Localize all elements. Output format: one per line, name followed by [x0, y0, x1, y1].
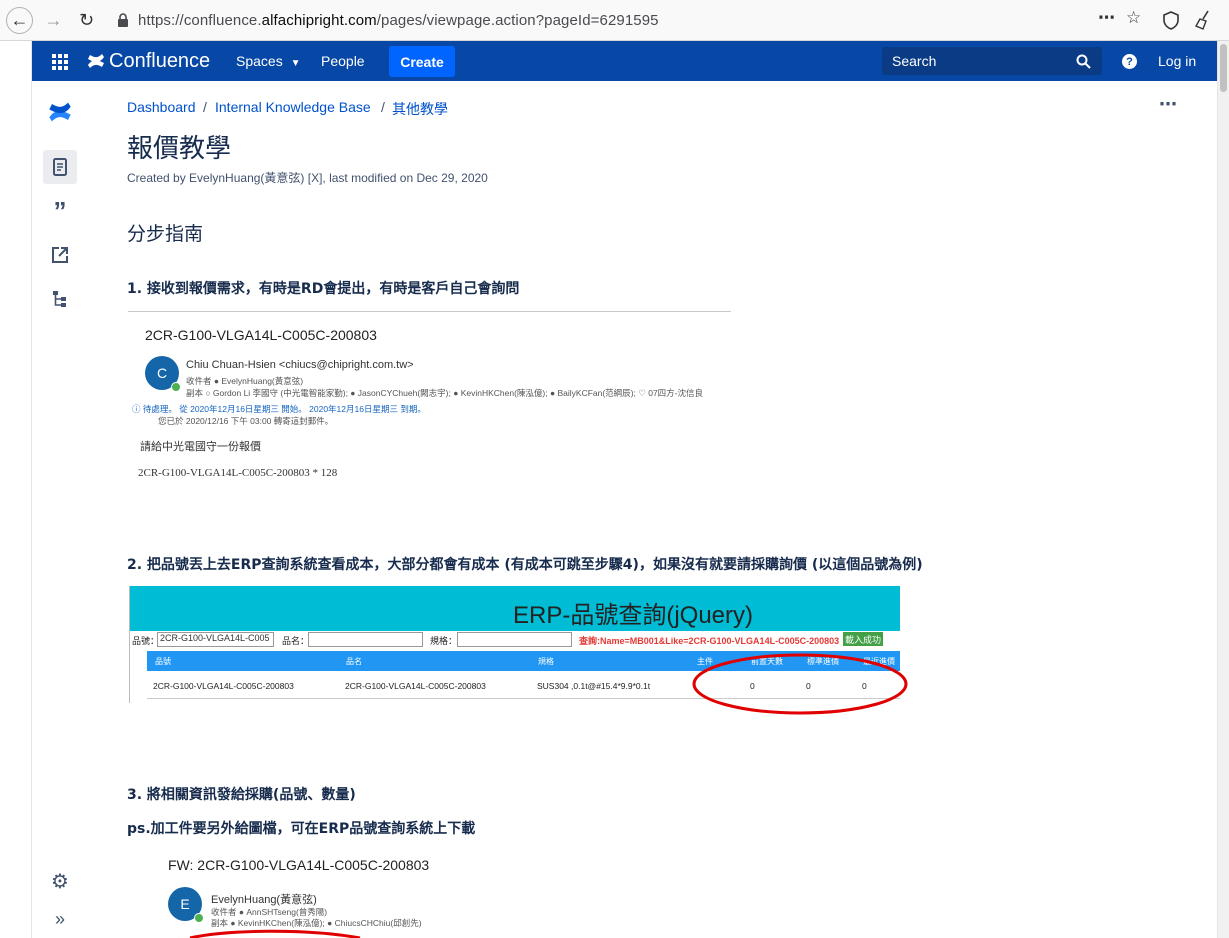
erp-col-spec: 規格: [538, 657, 554, 666]
star-icon[interactable]: ☆: [1126, 8, 1141, 28]
email-screenshot-2: FW: 2CR-G100-VLGA14L-C005C-200803 E Evel…: [165, 853, 565, 938]
step-3-text: 3. 將相關資訊發給採購(品號、數量): [127, 787, 356, 803]
email-body-line-2: 2CR-G100-VLGA14L-C005C-200803 * 128: [138, 467, 338, 479]
create-label: Create: [400, 53, 444, 70]
avatar-letter: E: [180, 896, 190, 912]
sidebar: ” ⚙ »: [32, 81, 87, 938]
forward-arrow-icon: →: [44, 10, 63, 30]
page-title: 報價教學: [127, 134, 232, 164]
info-icon: ⓘ: [132, 404, 143, 414]
avatar-letter: C: [156, 365, 168, 381]
erp-col-name: 品名: [346, 657, 362, 666]
email2-cc: 副本 ● KevinHKChen(陳泓億); ● ChiucsCHChiu(邱創…: [211, 918, 422, 928]
email-body-line-1: 請給中光電國守一份報價: [140, 441, 261, 453]
email2-subject: FW: 2CR-G100-VLGA14L-C005C-200803: [168, 857, 430, 873]
create-button[interactable]: Create: [389, 46, 455, 77]
erp-title: ERP-品號查詢(jQuery): [513, 602, 754, 629]
email-forward-notice: 您已於 2020/12/16 下午 03:00 轉寄這封郵件。: [158, 416, 334, 426]
search-placeholder: Search: [892, 53, 937, 69]
sidebar-pages-button[interactable]: [43, 150, 77, 184]
url-text: https://confluence.alfachipright.com/pag…: [138, 12, 659, 29]
erp-part-input[interactable]: 2CR-G100-VLGA14L-C005: [157, 632, 274, 647]
browser-toolbar: ← → ↻ https://confluence.alfachipright.c…: [0, 0, 1229, 41]
page-byline: Created by EvelynHuang(黃意弦) [X], last mo…: [127, 171, 488, 185]
breadcrumb-internal-kb[interactable]: Internal Knowledge Base: [215, 99, 371, 115]
breadcrumb-separator: /: [203, 99, 207, 115]
broom-icon[interactable]: [1194, 10, 1212, 30]
forward-button[interactable]: →: [40, 7, 67, 34]
erp-cell-spec: SUS304 ,0.1t@#15.4*9.9*0.1t: [537, 681, 651, 691]
confluence-logo-text: Confluence: [109, 49, 211, 72]
erp-col-part: 品號: [155, 657, 171, 666]
avatar: C: [145, 356, 181, 392]
search-input[interactable]: Search: [882, 47, 1102, 75]
section-heading: 分步指南: [127, 223, 204, 245]
back-button[interactable]: ←: [6, 7, 33, 34]
email-subject: 2CR-G100-VLGA14L-C005C-200803: [145, 327, 377, 343]
email-from: Chiu Chuan-Hsien <chiucs@chipright.com.t…: [186, 359, 414, 371]
app-grid-icon[interactable]: [52, 54, 68, 70]
people-link[interactable]: People: [321, 53, 365, 69]
erp-cell-name: 2CR-G100-VLGA14L-C005C-200803: [345, 681, 486, 691]
scrollbar-thumb[interactable]: [1220, 44, 1227, 92]
erp-name-label: 品名：: [282, 636, 310, 646]
highlight-ellipse-partial: [189, 929, 361, 938]
reload-button[interactable]: ↻: [73, 7, 100, 34]
login-link[interactable]: Log in: [1158, 53, 1196, 69]
page-tree-icon: [53, 291, 66, 307]
scrollbar[interactable]: [1217, 41, 1229, 938]
highlight-ellipse: [692, 653, 908, 715]
url-bar[interactable]: https://confluence.alfachipright.com/pag…: [105, 6, 1150, 35]
sidebar-tree-button[interactable]: [43, 282, 77, 316]
reload-icon: ↻: [78, 10, 95, 30]
ellipsis-icon[interactable]: ⋯: [1159, 94, 1177, 115]
email2-from: EvelynHuang(黃意弦): [211, 894, 317, 906]
email-screenshot-1: 2CR-G100-VLGA14L-C005C-200803 C Chiu Chu…: [128, 311, 731, 486]
step-1-text: 1. 接收到報價需求，有時是RD會提出，有時是客戶自己會詢問: [127, 281, 520, 297]
email-cc: 副本 ○ Gordon Li 李國守 (中光電智能家勤); ● JasonCYC…: [186, 388, 704, 398]
settings-button[interactable]: ⚙: [43, 864, 77, 898]
sidebar-blog-button[interactable]: ”: [43, 194, 77, 228]
quote-icon: ”: [53, 195, 67, 226]
email-to: 收件者 ● EvelynHuang(黃意弦): [186, 376, 304, 386]
erp-spec-label: 規格：: [430, 636, 458, 646]
spaces-menu[interactable]: Spaces ▼: [236, 53, 301, 69]
breadcrumb-other-tutorials[interactable]: 其他教學: [392, 99, 448, 119]
help-icon[interactable]: ?: [1122, 54, 1137, 69]
confluence-logo-icon: [88, 54, 104, 68]
confluence-logo-icon: [49, 102, 71, 122]
step-2-text: 2. 把品號丟上去ERP查詢系統查看成本，大部分都會有成本 (有成本可跳至步驟4…: [127, 557, 923, 573]
expand-icon: »: [54, 908, 65, 929]
shield-icon[interactable]: [1163, 11, 1179, 30]
erp-cell-part: 2CR-G100-VLGA14L-C005C-200803: [153, 681, 294, 691]
email-notice-text: 待處理。 從 2020年12月16日星期三 開始。 2020年12月16日星期三…: [142, 404, 426, 414]
erp-query-text: 查詢:Name=MB001&Like=2CR-G100-VLGA14L-C005…: [579, 636, 840, 646]
erp-load-status: 載入成功: [843, 632, 884, 646]
space-logo[interactable]: [43, 95, 77, 129]
share-icon: [52, 247, 68, 263]
spaces-label: Spaces: [236, 53, 283, 69]
erp-part-label: 品號：: [132, 636, 160, 646]
confluence-header: Confluence Spaces ▼ People Create Search…: [32, 41, 1217, 81]
sidebar-share-button[interactable]: [43, 238, 77, 272]
back-arrow-icon: ←: [10, 10, 29, 30]
step-3-note: ps.加工件要另外給圖檔，可在ERP品號查詢系統上下載: [127, 821, 476, 837]
email-notice: ⓘ 待處理。 從 2020年12月16日星期三 開始。 2020年12月16日星…: [132, 403, 426, 415]
expand-sidebar-button[interactable]: »: [43, 902, 77, 936]
more-dots-icon[interactable]: ⋯: [1098, 8, 1115, 28]
breadcrumb-dashboard[interactable]: Dashboard: [127, 99, 196, 115]
settings-icon: ⚙: [51, 870, 69, 893]
page-left-edge: [0, 41, 32, 938]
search-icon[interactable]: [1076, 54, 1091, 69]
page-icon: [53, 158, 67, 176]
breadcrumb-separator: /: [381, 99, 385, 115]
confluence-logo[interactable]: Confluence: [87, 48, 210, 74]
chevron-down-icon: ▼: [290, 58, 301, 69]
avatar: E: [168, 887, 204, 923]
erp-name-input[interactable]: [308, 632, 423, 647]
lock-icon: [118, 13, 128, 27]
erp-spec-input[interactable]: [457, 632, 572, 647]
